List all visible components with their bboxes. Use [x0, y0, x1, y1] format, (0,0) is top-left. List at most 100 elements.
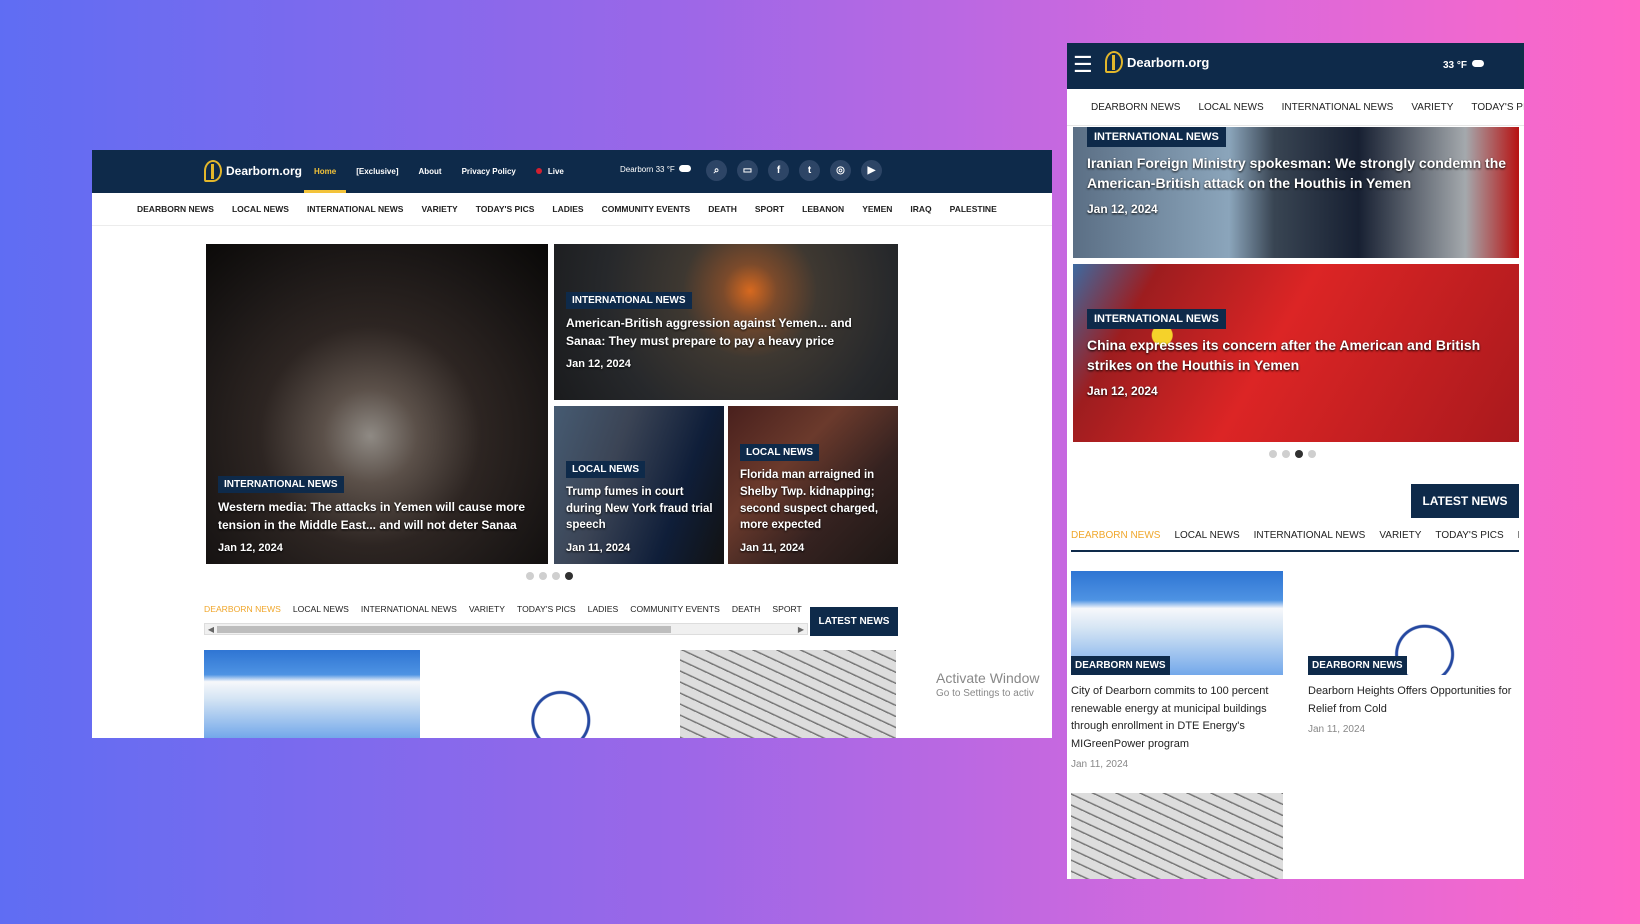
cat-international-news[interactable]: INTERNATIONAL NEWS: [1282, 102, 1394, 113]
carousel-dot[interactable]: [526, 572, 534, 580]
cat-todays-pics[interactable]: TODAY'S PICS: [476, 204, 535, 214]
news-title[interactable]: Dearborn Heights Offers Opportunities fo…: [1308, 683, 1520, 718]
cat-community-events[interactable]: COMMUNITY EVENTS: [602, 204, 691, 214]
category-badge[interactable]: LOCAL NEWS: [566, 460, 646, 478]
cat-international-news[interactable]: INTERNATIONAL NEWS: [307, 204, 404, 214]
news-image[interactable]: [1071, 793, 1283, 879]
tab-death[interactable]: DEATH: [732, 604, 761, 620]
logo-icon: [1105, 51, 1123, 73]
tab-local-news[interactable]: LOCAL NEWS: [1174, 530, 1239, 550]
cat-lebanon[interactable]: LEBANON: [802, 204, 844, 214]
cat-local-news[interactable]: LOCAL NEWS: [1198, 102, 1263, 113]
site-logo[interactable]: Dearborn.org: [1105, 51, 1209, 73]
category-badge[interactable]: DEARBORN NEWS: [1308, 656, 1407, 675]
cat-variety[interactable]: VARIETY: [421, 204, 457, 214]
cat-sport[interactable]: SPORT: [755, 204, 784, 214]
scroll-left-icon[interactable]: ◀: [206, 625, 216, 634]
nav-about[interactable]: About: [418, 150, 441, 193]
cloud-icon: [1472, 60, 1485, 67]
flag-icon[interactable]: ▭: [737, 160, 758, 181]
carousel-dot-active[interactable]: [565, 572, 573, 580]
nav-privacy-policy[interactable]: Privacy Policy: [462, 150, 516, 193]
tab-dearborn-news[interactable]: DEARBORN NEWS: [204, 604, 281, 620]
latest-news-button[interactable]: LATEST NEWS: [810, 607, 898, 636]
tab-variety[interactable]: VARIETY: [469, 604, 505, 620]
category-badge[interactable]: INTERNATIONAL NEWS: [218, 476, 344, 494]
cat-variety[interactable]: VARIETY: [1411, 102, 1453, 113]
tab-ladies[interactable]: LADIES: [588, 604, 619, 620]
headline[interactable]: Iranian Foreign Ministry spokesman: We s…: [1087, 153, 1509, 194]
cat-ladies[interactable]: LADIES: [552, 204, 583, 214]
cat-palestine[interactable]: PALESTINE: [950, 204, 997, 214]
tab-local-news[interactable]: LOCAL NEWS: [293, 604, 349, 620]
header-icons: ⌕ ▭ f t ◎ ▶: [706, 160, 882, 181]
tab-community-events[interactable]: COMMUNITY EVENTS: [630, 604, 720, 620]
mobile-slide-iran[interactable]: INTERNATIONAL NEWS Iranian Foreign Minis…: [1073, 127, 1519, 258]
headline[interactable]: China expresses its concern after the Am…: [1087, 335, 1509, 376]
cat-iraq[interactable]: IRAQ: [910, 204, 931, 214]
tab-international-news[interactable]: INTERNATIONAL NEWS: [361, 604, 457, 620]
tab-sport[interactable]: SPORT: [772, 604, 801, 620]
scroll-right-icon[interactable]: ▶: [796, 625, 806, 634]
search-icon[interactable]: ⌕: [706, 160, 727, 181]
hero-card-trump[interactable]: LOCAL NEWS Trump fumes in court during N…: [554, 406, 724, 564]
news-image[interactable]: DEARBORN NEWS: [1071, 571, 1283, 675]
category-badge[interactable]: LOCAL NEWS: [740, 444, 820, 462]
nav-live[interactable]: Live: [535, 150, 564, 193]
nav-exclusive[interactable]: [Exclusive]: [356, 150, 398, 193]
carousel-dot[interactable]: [1282, 450, 1290, 458]
carousel-dot[interactable]: [1269, 450, 1277, 458]
logo-icon: [204, 160, 222, 182]
hero-card-main[interactable]: INTERNATIONAL NEWS Western media: The at…: [206, 244, 548, 564]
carousel-dot[interactable]: [552, 572, 560, 580]
headline[interactable]: Florida man arraigned in Shelby Twp. kid…: [740, 467, 890, 534]
carousel-dot[interactable]: [539, 572, 547, 580]
hero-card-content: INTERNATIONAL NEWS Western media: The at…: [218, 474, 540, 554]
mobile-slide-china[interactable]: INTERNATIONAL NEWS China expresses its c…: [1073, 264, 1519, 442]
news-item-partial[interactable]: [1071, 793, 1283, 879]
cat-death[interactable]: DEATH: [708, 204, 737, 214]
news-item[interactable]: DEARBORN NEWS Dearborn Heights Offers Op…: [1308, 571, 1520, 735]
headline[interactable]: Western media: The attacks in Yemen will…: [218, 499, 540, 534]
nav-home[interactable]: Home: [303, 150, 347, 193]
weather-widget: 33 °F: [1443, 60, 1485, 71]
tab-more[interactable]: LA: [1518, 530, 1519, 550]
hero-card-florida[interactable]: LOCAL NEWS Florida man arraigned in Shel…: [728, 406, 898, 564]
latest-news-button[interactable]: LATEST NEWS: [1411, 484, 1519, 518]
news-thumbnail-solar[interactable]: [204, 650, 420, 738]
news-title[interactable]: City of Dearborn commits to 100 percent …: [1071, 683, 1283, 753]
news-image[interactable]: DEARBORN NEWS: [1308, 571, 1520, 675]
category-badge[interactable]: INTERNATIONAL NEWS: [1087, 127, 1226, 147]
facebook-icon[interactable]: f: [768, 160, 789, 181]
twitter-icon[interactable]: t: [799, 160, 820, 181]
headline[interactable]: American-British aggression against Yeme…: [566, 315, 890, 350]
category-badge[interactable]: DEARBORN NEWS: [1071, 656, 1170, 675]
cat-dearborn-news[interactable]: DEARBORN NEWS: [137, 204, 214, 214]
tab-dearborn-news[interactable]: DEARBORN NEWS: [1071, 530, 1160, 550]
cat-yemen[interactable]: YEMEN: [862, 204, 892, 214]
hero-card-top[interactable]: INTERNATIONAL NEWS American-British aggr…: [554, 244, 898, 400]
cat-todays-pics[interactable]: TODAY'S PI: [1471, 102, 1524, 113]
horizontal-scrollbar[interactable]: ◀ ▶: [204, 623, 808, 635]
menu-icon[interactable]: ☰: [1073, 54, 1095, 76]
cat-local-news[interactable]: LOCAL NEWS: [232, 204, 289, 214]
carousel-dot-active[interactable]: [1295, 450, 1303, 458]
category-badge[interactable]: INTERNATIONAL NEWS: [1087, 309, 1226, 329]
tab-todays-pics[interactable]: TODAY'S PICS: [1435, 530, 1503, 550]
tab-todays-pics[interactable]: TODAY'S PICS: [517, 604, 576, 620]
headline[interactable]: Trump fumes in court during New York fra…: [566, 484, 716, 534]
tab-international-news[interactable]: INTERNATIONAL NEWS: [1254, 530, 1366, 550]
category-badge[interactable]: INTERNATIONAL NEWS: [566, 292, 692, 310]
publish-date: Jan 12, 2024: [1087, 201, 1158, 216]
cat-dearborn-news[interactable]: DEARBORN NEWS: [1091, 102, 1180, 113]
news-thumbnail-snow[interactable]: [680, 650, 896, 738]
instagram-icon[interactable]: ◎: [830, 160, 851, 181]
youtube-icon[interactable]: ▶: [861, 160, 882, 181]
windows-activation-watermark: Activate Window Go to Settings to activ: [936, 670, 1040, 699]
site-logo[interactable]: Dearborn.org: [204, 160, 302, 182]
tab-variety[interactable]: VARIETY: [1379, 530, 1421, 550]
scroll-thumb[interactable]: [217, 626, 671, 633]
news-item[interactable]: DEARBORN NEWS City of Dearborn commits t…: [1071, 571, 1283, 770]
news-thumbnail-seal[interactable]: [442, 650, 658, 738]
carousel-dot[interactable]: [1308, 450, 1316, 458]
